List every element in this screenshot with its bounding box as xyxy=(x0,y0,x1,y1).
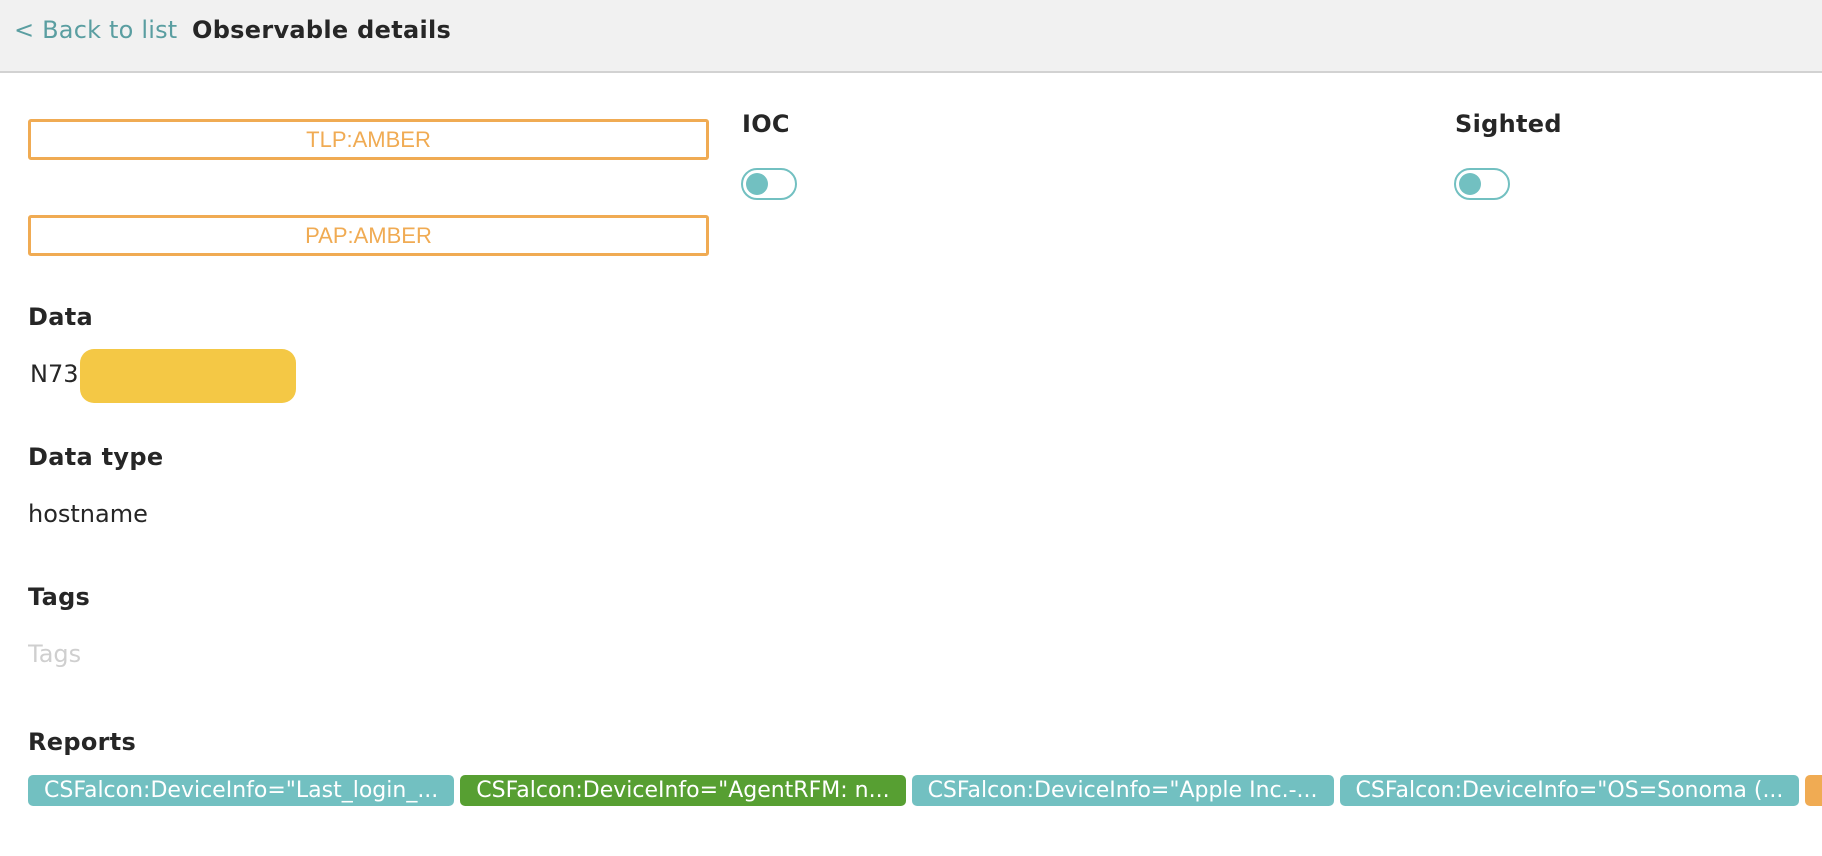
pap-selector[interactable]: PAP:AMBER xyxy=(28,215,709,256)
data-type-value: hostname xyxy=(28,500,148,528)
ioc-label: IOC xyxy=(742,110,790,138)
reports-label: Reports xyxy=(28,728,137,756)
page-header: < Back to list Observable details xyxy=(0,0,1822,73)
redaction-block xyxy=(80,349,296,403)
report-badge[interactable]: CSFalcon:DeviceInfo="Apple Inc.-... xyxy=(911,775,1334,806)
report-badge[interactable]: CSFalcon:DeviceInfo="OS=Sonoma (... xyxy=(1339,775,1800,806)
data-value: N73 xyxy=(30,360,79,388)
tags-input[interactable] xyxy=(28,636,628,672)
report-badge[interactable]: CSFalcon:DeviceInfo="Last_login_... xyxy=(28,775,455,806)
report-badge[interactable] xyxy=(1805,775,1822,806)
reports-list: CSFalcon:DeviceInfo="Last_login_... CSFa… xyxy=(28,775,1822,806)
tlp-selector[interactable]: TLP:AMBER xyxy=(28,119,709,160)
ioc-toggle[interactable] xyxy=(741,168,797,200)
ioc-toggle-knob xyxy=(746,173,768,195)
sighted-label: Sighted xyxy=(1455,110,1562,138)
data-label: Data xyxy=(28,303,93,331)
data-type-label: Data type xyxy=(28,443,164,471)
sighted-toggle-knob xyxy=(1459,173,1481,195)
report-badge[interactable]: CSFalcon:DeviceInfo="AgentRFM: n... xyxy=(460,775,906,806)
page-title: Observable details xyxy=(192,16,452,44)
back-to-list-link[interactable]: < Back to list xyxy=(14,16,177,44)
sighted-toggle[interactable] xyxy=(1454,168,1510,200)
tags-label: Tags xyxy=(28,583,91,611)
